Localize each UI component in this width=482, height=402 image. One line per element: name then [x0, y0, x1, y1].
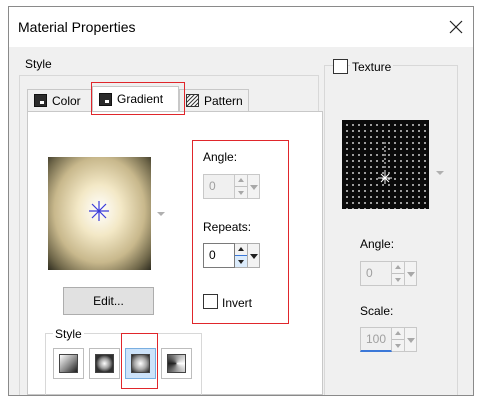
- linear-gradient-icon: [59, 354, 78, 373]
- chevron-down-icon: [250, 254, 258, 259]
- radial-gradient-icon: [167, 354, 186, 373]
- tab-pattern-label: Pattern: [204, 93, 243, 108]
- gradient-dropdown-icon[interactable]: [157, 212, 165, 216]
- chevron-down-icon: [407, 272, 415, 277]
- repeats-label: Repeats:: [203, 220, 252, 234]
- texture-angle-field[interactable]: 0: [360, 261, 392, 286]
- texture-marker-icon: [378, 142, 392, 184]
- gradient-tab-highlight: [91, 82, 185, 115]
- arrow-down-icon: [395, 278, 401, 282]
- invert-label: Invert: [222, 296, 253, 310]
- texture-label: Texture: [350, 60, 394, 74]
- tab-pattern[interactable]: Pattern: [179, 89, 249, 111]
- pattern-icon: [185, 93, 200, 108]
- repeats-spinner[interactable]: 0: [203, 243, 260, 268]
- texture-scale-increase-button[interactable]: [392, 328, 404, 339]
- dialog-title: Material Properties: [18, 19, 136, 35]
- angle-field[interactable]: 0: [203, 174, 235, 199]
- texture-scale-dropdown-button[interactable]: [405, 327, 417, 352]
- close-button[interactable]: [445, 16, 467, 38]
- angle-spinner[interactable]: 0: [203, 174, 260, 199]
- rectangular-gradient-icon: [95, 354, 114, 373]
- repeats-field[interactable]: 0: [203, 243, 235, 268]
- texture-angle-decrease-button[interactable]: [392, 273, 404, 285]
- tab-color-label: Color: [52, 93, 81, 108]
- repeats-decrease-button[interactable]: [235, 255, 247, 267]
- style-linear-button[interactable]: [53, 348, 84, 379]
- texture-angle-dropdown-button[interactable]: [405, 261, 417, 286]
- sunburst-style-highlight: [121, 333, 158, 389]
- center-marker-icon: [89, 201, 109, 221]
- arrow-down-icon: [395, 344, 401, 348]
- style-rectangular-button[interactable]: [89, 348, 120, 379]
- arrow-up-icon: [395, 265, 401, 269]
- angle-decrease-button[interactable]: [235, 186, 247, 198]
- texture-scale-decrease-button[interactable]: [392, 339, 404, 351]
- style-radial-button[interactable]: [161, 348, 192, 379]
- repeats-increase-button[interactable]: [235, 244, 247, 255]
- angle-increase-button[interactable]: [235, 175, 247, 186]
- texture-angle-label: Angle:: [360, 237, 395, 251]
- texture-checkbox[interactable]: [333, 59, 348, 74]
- texture-scale-label: Scale:: [360, 304, 394, 318]
- title-bar: Material Properties: [9, 7, 473, 47]
- chevron-down-icon: [250, 185, 258, 190]
- invert-checkbox[interactable]: [203, 294, 218, 309]
- close-icon: [449, 20, 463, 34]
- texture-angle-increase-button[interactable]: [392, 262, 404, 273]
- texture-angle-spinner[interactable]: 0: [360, 261, 417, 286]
- texture-dropdown-icon[interactable]: [436, 171, 444, 175]
- angle-dropdown-button[interactable]: [248, 174, 260, 199]
- texture-scale-field[interactable]: 100: [360, 327, 392, 352]
- edit-gradient-button[interactable]: Edit...: [63, 287, 154, 315]
- tab-color[interactable]: Color: [27, 89, 92, 111]
- texture-preview[interactable]: [342, 120, 429, 209]
- arrow-up-icon: [238, 178, 244, 182]
- chevron-down-icon: [407, 338, 415, 343]
- arrow-down-icon: [238, 260, 244, 264]
- angle-label: Angle:: [203, 150, 238, 164]
- repeats-dropdown-button[interactable]: [248, 243, 260, 268]
- edit-gradient-label: Edit...: [93, 294, 124, 308]
- arrow-down-icon: [238, 191, 244, 195]
- gradient-preview[interactable]: [48, 157, 151, 270]
- arrow-up-icon: [238, 247, 244, 251]
- arrow-up-icon: [395, 331, 401, 335]
- gradient-style-label: Style: [53, 327, 84, 341]
- style-group-label: Style: [25, 57, 52, 71]
- color-icon: [34, 94, 47, 107]
- texture-scale-spinner[interactable]: 100: [360, 327, 417, 352]
- material-properties-dialog: Material Properties Style Color Pattern: [8, 6, 474, 396]
